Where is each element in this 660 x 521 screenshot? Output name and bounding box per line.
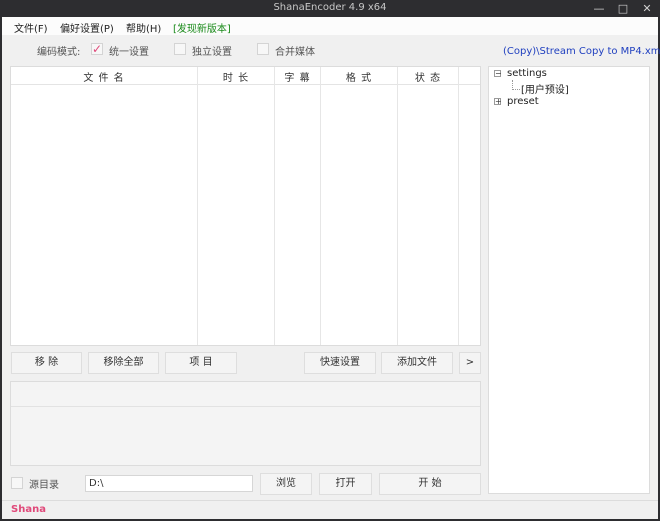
column-divider bbox=[397, 67, 398, 345]
column-duration[interactable]: 时 长 bbox=[198, 69, 274, 84]
independent-label: 独立设置 bbox=[192, 47, 232, 58]
source-dir-label: 源目录 bbox=[29, 480, 59, 491]
close-button[interactable]: ✕ bbox=[636, 0, 658, 17]
expand-icon[interactable]: + bbox=[494, 98, 502, 106]
unified-label: 统一设置 bbox=[109, 47, 149, 58]
tree-node-preset[interactable]: preset bbox=[507, 96, 539, 107]
independent-checkbox[interactable] bbox=[174, 43, 186, 55]
maximize-button[interactable]: □ bbox=[612, 0, 634, 17]
menu-file[interactable]: 文件(F) bbox=[14, 20, 48, 35]
remove-button[interactable]: 移 除 bbox=[11, 352, 82, 374]
column-divider bbox=[320, 67, 321, 345]
collapse-icon[interactable]: − bbox=[494, 70, 502, 78]
preset-tree[interactable] bbox=[488, 66, 650, 494]
column-divider bbox=[274, 67, 275, 345]
merge-checkbox[interactable] bbox=[257, 43, 269, 55]
column-divider bbox=[197, 67, 198, 345]
tree-connector bbox=[512, 89, 520, 90]
minimize-button[interactable]: — bbox=[588, 0, 610, 17]
merge-label: 合并媒体 bbox=[275, 47, 315, 58]
tree-node-user-preset[interactable]: [用户预设] bbox=[521, 81, 569, 96]
output-path-input[interactable]: D:\ bbox=[85, 475, 253, 492]
unified-checkbox[interactable]: ✓ bbox=[91, 43, 103, 55]
check-icon: ✓ bbox=[92, 42, 103, 56]
preset-path-link[interactable]: (Copy)\Stream Copy to MP4.xml bbox=[503, 46, 660, 57]
remove-all-button[interactable]: 移除全部 bbox=[88, 352, 159, 374]
column-filename[interactable]: 文 件 名 bbox=[11, 69, 197, 84]
window-title: ShanaEncoder 4.9 x64 bbox=[273, 2, 387, 13]
encode-mode-label: 编码模式: bbox=[37, 47, 81, 58]
log-panel bbox=[10, 381, 481, 466]
menu-help[interactable]: 帮助(H) bbox=[126, 20, 161, 35]
start-button[interactable]: 开 始 bbox=[379, 473, 481, 495]
more-button[interactable]: > bbox=[459, 352, 481, 374]
column-format[interactable]: 格 式 bbox=[321, 69, 397, 84]
open-button[interactable]: 打开 bbox=[319, 473, 372, 495]
log-divider bbox=[11, 406, 480, 407]
menu-new-version[interactable]: [发现新版本] bbox=[173, 20, 231, 35]
column-divider bbox=[458, 67, 459, 345]
brand-label: Shana bbox=[11, 504, 46, 515]
add-file-button[interactable]: 添加文件 bbox=[381, 352, 453, 374]
tree-node-settings[interactable]: settings bbox=[507, 68, 547, 79]
column-subtitle[interactable]: 字 幕 bbox=[275, 69, 320, 84]
menu-preferences[interactable]: 偏好设置(P) bbox=[60, 20, 114, 35]
quick-settings-button[interactable]: 快速设置 bbox=[304, 352, 376, 374]
column-status[interactable]: 状 态 bbox=[398, 69, 458, 84]
status-bar bbox=[2, 500, 658, 519]
item-button[interactable]: 项 目 bbox=[165, 352, 237, 374]
source-dir-checkbox[interactable] bbox=[11, 477, 23, 489]
file-list[interactable] bbox=[10, 66, 481, 346]
browse-button[interactable]: 浏览 bbox=[260, 473, 312, 495]
